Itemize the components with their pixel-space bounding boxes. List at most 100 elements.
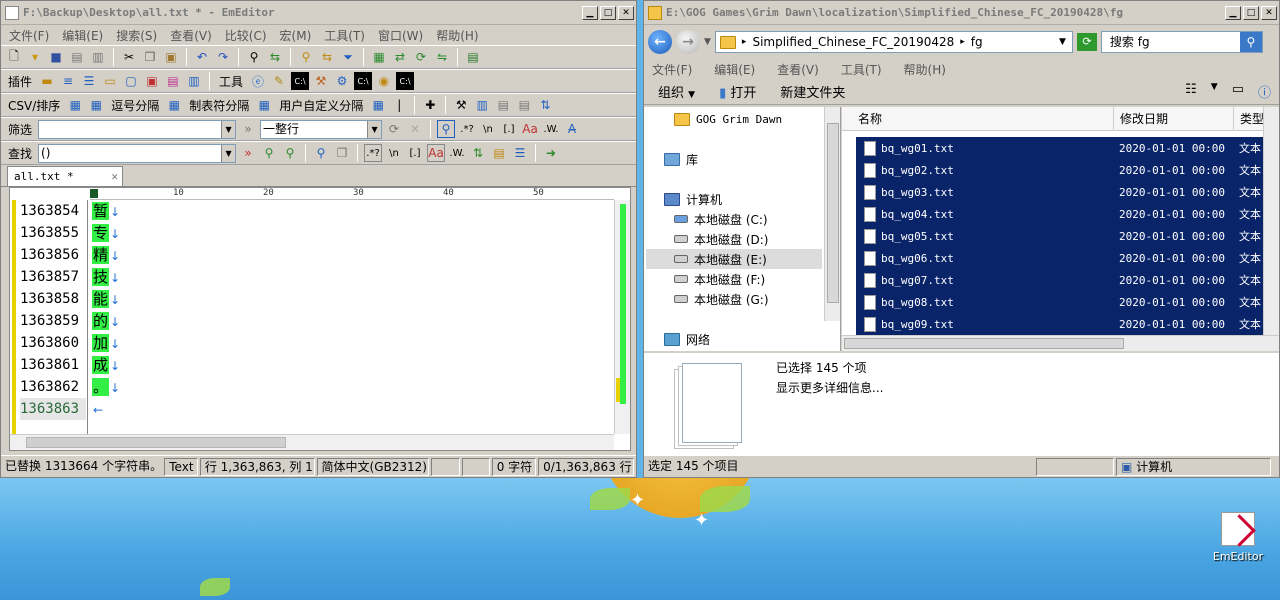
column-fit-icon[interactable]: ▤ <box>515 96 533 114</box>
replace-in-files-icon[interactable]: ⇆ <box>318 48 336 66</box>
print-preview-icon[interactable]: ▥ <box>89 48 107 66</box>
compare-icon[interactable]: ⇋ <box>433 48 451 66</box>
find-match-case-icon[interactable]: Aa <box>427 144 446 162</box>
find-input[interactable]: () ▼ <box>38 143 237 163</box>
search-icon[interactable]: ⚲ <box>1239 32 1262 52</box>
redo-icon[interactable]: ↷ <box>214 48 232 66</box>
find-regex-icon[interactable]: .*? <box>364 144 383 162</box>
csv-tab-icon[interactable]: ▦ <box>165 96 183 114</box>
open-file-icon[interactable]: ▾ <box>26 48 44 66</box>
csv-normal-icon[interactable]: ▦ <box>66 96 84 114</box>
breadcrumb-segment[interactable]: fg <box>971 35 983 49</box>
nav-item-drive-f[interactable]: 本地磁盘 (F:) <box>674 269 765 289</box>
minimize-button[interactable]: ▁ <box>1225 5 1241 20</box>
tools-column-icon[interactable]: ⚒ <box>452 96 470 114</box>
organize-button[interactable]: 组织 ▼ <box>658 82 695 101</box>
menu-search[interactable]: 搜索(S) <box>116 27 157 44</box>
notepad-icon[interactable]: ✎ <box>270 72 288 90</box>
chevron-right-icon[interactable]: ▸ <box>960 37 965 47</box>
help-icon[interactable]: ⓘ <box>1258 82 1271 101</box>
chevron-down-icon[interactable]: ▼ <box>221 120 236 138</box>
media-icon[interactable]: ◉ <box>375 72 393 90</box>
text-line[interactable]: 专 ↓ <box>92 222 120 244</box>
scrollbar-thumb[interactable] <box>827 123 839 303</box>
nav-item-gog[interactable]: GOG Grim Dawn <box>674 109 782 129</box>
find-whole-word-icon[interactable]: .W. <box>448 144 466 162</box>
text-line[interactable]: 。 ↓ <box>92 376 120 398</box>
chevron-down-icon[interactable]: ▼ <box>367 120 382 138</box>
file-row[interactable]: bq_wg07.txt 2020-01-01 00:00 文本 <box>856 269 1279 291</box>
new-file-icon[interactable]: 🗋 <box>5 48 23 66</box>
ie-icon[interactable]: ⓔ <box>249 72 267 90</box>
view-options-icon[interactable]: ☷ <box>1185 82 1197 101</box>
brackets-icon[interactable]: [.] <box>500 120 518 138</box>
find-list-icon[interactable]: ☰ <box>511 144 529 162</box>
csv-tab-button[interactable]: 制表符分隔 <box>186 97 252 114</box>
column-name[interactable]: 名称 <box>842 107 1114 131</box>
menu-macro[interactable]: 宏(M) <box>280 27 312 44</box>
nav-item-library[interactable]: 库 <box>664 149 698 169</box>
csv-comma-button[interactable]: 逗号分隔 <box>108 97 162 114</box>
plugin-snippets-icon[interactable]: ▢ <box>122 72 140 90</box>
plugin-outline-icon[interactable]: ☰ <box>80 72 98 90</box>
nav-item-network[interactable]: 网络 <box>664 329 710 349</box>
undo-icon[interactable]: ↶ <box>193 48 211 66</box>
status-position[interactable]: 行 1,363,863, 列 1 <box>199 457 315 476</box>
text-line[interactable]: 技 ↓ <box>92 266 120 288</box>
terminal-icon[interactable]: C:\ <box>396 72 415 90</box>
plugin-html-bar-icon[interactable]: ▥ <box>185 72 203 90</box>
text-line[interactable]: 的 ↓ <box>92 310 120 332</box>
column-modified[interactable]: 修改日期 <box>1114 107 1234 131</box>
scrollbar-thumb[interactable] <box>844 338 1124 349</box>
minimize-button[interactable]: ▁ <box>582 5 598 20</box>
text-line[interactable]: 能 ↓ <box>92 288 120 310</box>
nav-item-drive-c[interactable]: 本地磁盘 (C:) <box>674 209 768 229</box>
plugin-explorer-icon[interactable]: ▬ <box>38 72 56 90</box>
csv-pipe-icon[interactable]: | <box>390 96 408 114</box>
menu-help[interactable]: 帮助(H) <box>904 61 946 78</box>
text-line[interactable]: 加 ↓ <box>92 332 120 354</box>
open-button[interactable]: ▮ 打开 <box>719 82 756 101</box>
regex-icon[interactable]: .*? <box>458 120 476 138</box>
document-tab[interactable]: all.txt * ✕ <box>7 166 123 186</box>
file-row[interactable]: bq_wg03.txt 2020-01-01 00:00 文本 <box>856 181 1279 203</box>
plugin-open-docs-icon[interactable]: ▤ <box>164 72 182 90</box>
sync-scroll-icon[interactable]: ⇄ <box>391 48 409 66</box>
find-icon[interactable]: ⚲ <box>245 48 263 66</box>
back-button[interactable]: ← <box>648 30 672 54</box>
close-tab-icon[interactable]: ✕ <box>111 167 118 186</box>
menu-window[interactable]: 窗口(W) <box>378 27 423 44</box>
paste-icon[interactable]: ▣ <box>162 48 180 66</box>
menu-file[interactable]: 文件(F) <box>9 27 49 44</box>
close-button[interactable]: ✕ <box>1261 5 1277 20</box>
chevron-down-icon[interactable]: ▼ <box>221 144 236 162</box>
files-vertical-scrollbar[interactable] <box>1263 107 1279 335</box>
find-next-icon[interactable]: ⚲ <box>281 144 299 162</box>
nav-item-computer[interactable]: 计算机 <box>664 189 722 209</box>
print-icon[interactable]: ▤ <box>68 48 86 66</box>
status-type[interactable]: Text <box>164 457 198 476</box>
cmd-icon[interactable]: C:\ <box>291 72 310 90</box>
whole-word-icon[interactable]: .W. <box>542 120 560 138</box>
csv-extra-icon[interactable]: ▦ <box>369 96 387 114</box>
find-toggle-icon[interactable]: ⇅ <box>469 144 487 162</box>
text-editor[interactable]: 10 20 30 40 50 1363854 1363855 1363856 1… <box>9 187 631 451</box>
split-window-icon[interactable]: ▦ <box>370 48 388 66</box>
csv-comma-icon[interactable]: ▦ <box>87 96 105 114</box>
chevron-right-icon[interactable]: ▸ <box>742 37 747 47</box>
find-go-icon[interactable]: ➜ <box>542 144 560 162</box>
file-row[interactable]: bq_wg05.txt 2020-01-01 00:00 文本 <box>856 225 1279 247</box>
column-width-icon[interactable]: ▤ <box>494 96 512 114</box>
explorer-titlebar[interactable]: E:\GOG Games\Grim Dawn\localization\Simp… <box>644 1 1279 25</box>
maximize-button[interactable]: □ <box>600 5 616 20</box>
breadcrumb-segment[interactable]: Simplified_Chinese_FC_20190428 <box>752 35 954 49</box>
menu-help[interactable]: 帮助(H) <box>436 27 478 44</box>
filter-refresh-icon[interactable]: ⟳ <box>385 120 403 138</box>
file-row[interactable]: bq_wg09.txt 2020-01-01 00:00 文本 <box>856 313 1279 335</box>
menu-edit[interactable]: 编辑(E) <box>714 61 755 78</box>
close-button[interactable]: ✕ <box>618 5 634 20</box>
find-dialog-icon[interactable]: ⚲ <box>312 144 330 162</box>
file-row[interactable]: bq_wg04.txt 2020-01-01 00:00 文本 <box>856 203 1279 225</box>
plugin-projects-icon[interactable]: ▭ <box>101 72 119 90</box>
text-line[interactable]: 精 ↓ <box>92 244 120 266</box>
